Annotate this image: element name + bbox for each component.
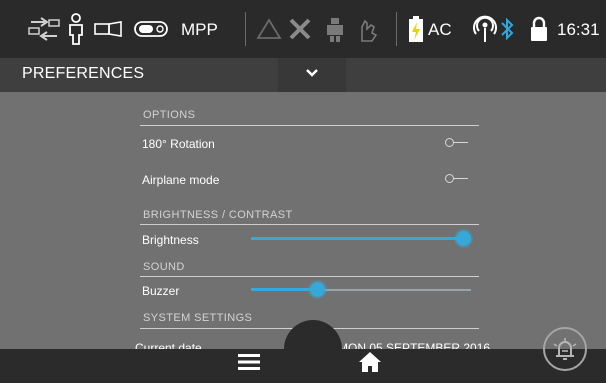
page-title: PREFERENCES bbox=[22, 65, 145, 82]
slider-thumb[interactable] bbox=[456, 231, 471, 246]
section-divider bbox=[140, 125, 479, 126]
wifi-signal-icon bbox=[473, 15, 497, 42]
toggle-icon bbox=[134, 21, 168, 37]
status-divider bbox=[396, 12, 397, 46]
robot-icon bbox=[327, 18, 343, 42]
home-button-bump bbox=[284, 320, 342, 378]
section-divider bbox=[140, 224, 479, 225]
buzzer-label: Buzzer bbox=[142, 284, 180, 298]
section-header-brightness: BRIGHTNESS / CONTRAST bbox=[143, 209, 293, 221]
slider-thumb[interactable] bbox=[310, 282, 325, 297]
toggle-track bbox=[454, 142, 468, 143]
chevron-down-icon bbox=[306, 69, 318, 77]
toggle-track bbox=[454, 178, 468, 179]
preferences-panel[interactable] bbox=[0, 92, 606, 349]
home-button[interactable] bbox=[357, 349, 383, 373]
home-icon bbox=[359, 352, 381, 372]
mpp-label: MPP bbox=[181, 20, 218, 39]
person-icon bbox=[69, 13, 83, 45]
title-bar: PREFERENCES bbox=[0, 58, 606, 92]
airplane-mode-toggle[interactable] bbox=[445, 173, 471, 185]
warning-triangle-icon bbox=[256, 18, 282, 39]
battery-charging-icon bbox=[409, 16, 423, 42]
section-header-sound: SOUND bbox=[143, 261, 185, 273]
brightness-slider[interactable] bbox=[251, 231, 471, 247]
menu-button[interactable] bbox=[236, 351, 262, 373]
hand-icon bbox=[361, 19, 378, 42]
section-header-system: SYSTEM SETTINGS bbox=[143, 312, 253, 324]
section-header-options: OPTIONS bbox=[143, 109, 196, 121]
hamburger-menu-icon bbox=[238, 354, 260, 370]
brightness-label: Brightness bbox=[142, 233, 199, 247]
buzzer-slider[interactable] bbox=[251, 282, 471, 298]
usb-transfer-icon bbox=[28, 17, 60, 41]
alarm-bell-icon bbox=[553, 338, 577, 360]
preferences-dropdown-button[interactable] bbox=[278, 58, 346, 92]
clock-time: 16:31 bbox=[557, 20, 600, 39]
lock-icon bbox=[531, 16, 547, 41]
status-divider bbox=[245, 12, 246, 46]
rotation-label: 180° Rotation bbox=[142, 137, 215, 151]
airplane-mode-label: Airplane mode bbox=[142, 173, 220, 187]
status-bar: MPP AC 16:31 bbox=[0, 0, 606, 58]
rotation-toggle[interactable] bbox=[445, 137, 471, 149]
slider-fill bbox=[251, 237, 464, 240]
tools-icon bbox=[289, 18, 311, 40]
slider-fill bbox=[251, 288, 318, 291]
power-source-label: AC bbox=[428, 20, 452, 39]
flashlight-icon bbox=[94, 21, 122, 37]
bluetooth-icon bbox=[501, 17, 514, 41]
toggle-knob bbox=[445, 174, 454, 183]
section-divider bbox=[140, 276, 479, 277]
alarm-button[interactable] bbox=[543, 327, 587, 371]
toggle-knob bbox=[445, 138, 454, 147]
